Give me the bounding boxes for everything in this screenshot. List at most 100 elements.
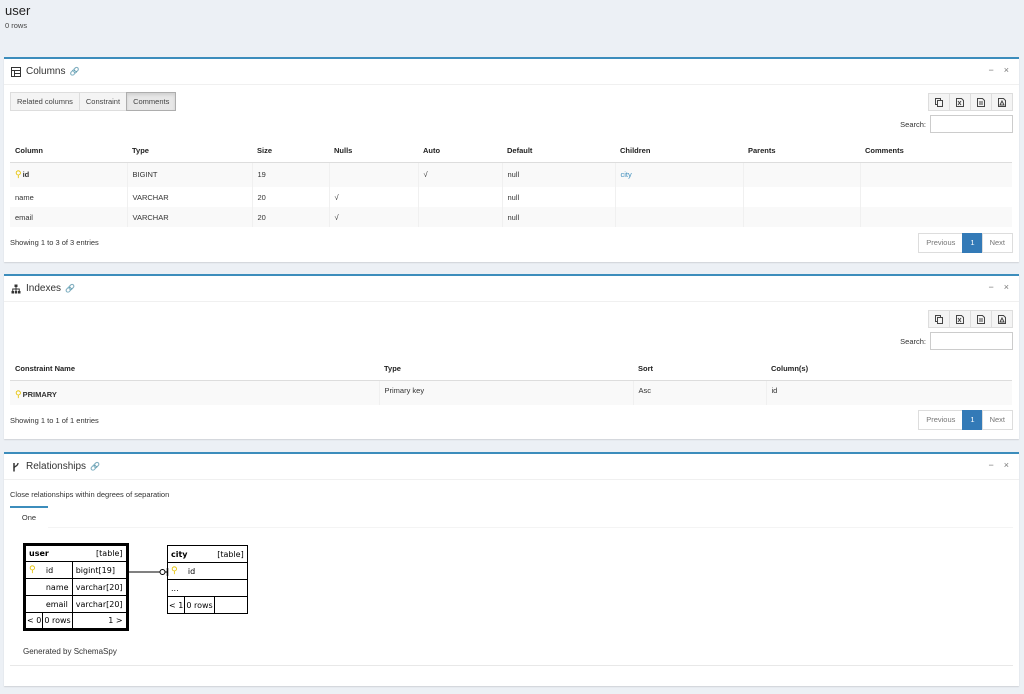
col-header-default[interactable]: Default xyxy=(502,140,615,163)
columns-pagination: Previous 1 Next xyxy=(918,233,1013,253)
column-nulls: √ xyxy=(329,207,419,227)
column-name: name xyxy=(10,187,128,207)
file-text-icon xyxy=(977,314,985,324)
diagram-footer-left: < 1 xyxy=(166,596,186,614)
page-1-button[interactable]: 1 xyxy=(962,410,983,430)
indexes-search: Search: xyxy=(900,332,1013,350)
copy-button[interactable] xyxy=(928,93,950,111)
diagram-footer-right: 1 > xyxy=(71,612,128,630)
tab-constraint[interactable]: Constraint xyxy=(78,92,128,111)
previous-button[interactable]: Previous xyxy=(918,410,964,430)
column-parents xyxy=(743,162,861,187)
diagram-user-table[interactable]: user [table] ⚲ id bigint[19] name varcha… xyxy=(23,543,129,631)
col-header-children[interactable]: Children xyxy=(615,140,743,163)
generated-by: Generated by SchemaSpy xyxy=(23,647,117,656)
idx-header-columns[interactable]: Column(s) xyxy=(766,358,1012,381)
tab-one[interactable]: One xyxy=(10,506,48,528)
diagram-more-columns: ... xyxy=(167,579,248,597)
columns-box: Columns 🔗 − × Related columns Constraint… xyxy=(4,57,1019,262)
excel-button[interactable] xyxy=(949,93,971,111)
col-header-size[interactable]: Size xyxy=(252,140,329,163)
search-label: Search: xyxy=(900,119,926,129)
copy-button[interactable] xyxy=(928,310,950,328)
diagram-footer-rows: 0 rows xyxy=(184,596,215,614)
column-default: null xyxy=(502,187,616,207)
copy-icon xyxy=(935,97,943,107)
collapse-icon[interactable]: − xyxy=(988,282,993,292)
export-buttons xyxy=(928,93,1013,111)
tab-related-columns[interactable]: Related columns xyxy=(10,92,80,111)
col-header-comments[interactable]: Comments xyxy=(860,140,1012,163)
idx-header-type[interactable]: Type xyxy=(379,358,633,381)
column-size: 20 xyxy=(252,187,330,207)
columns-search: Search: xyxy=(900,115,1013,133)
table-row: name VARCHAR 20 √ null xyxy=(10,187,1012,207)
page-subtitle: 0 rows xyxy=(5,21,28,30)
table-icon xyxy=(11,66,21,77)
close-icon[interactable]: × xyxy=(1004,282,1009,292)
column-default: null xyxy=(502,207,616,227)
idx-header-name[interactable]: Constraint Name xyxy=(10,358,379,381)
col-header-auto[interactable]: Auto xyxy=(418,140,502,163)
diagram-column: id xyxy=(42,561,73,579)
collapse-icon[interactable]: − xyxy=(988,65,993,75)
col-header-column[interactable]: Column xyxy=(10,140,127,163)
close-icon[interactable]: × xyxy=(1004,460,1009,470)
page-1-button[interactable]: 1 xyxy=(962,233,983,253)
file-pdf-icon xyxy=(998,97,1006,107)
column-name: id xyxy=(22,170,30,180)
column-type: BIGINT xyxy=(127,162,253,187)
indexes-title: Indexes xyxy=(26,283,62,294)
link-icon[interactable]: 🔗 xyxy=(65,284,75,293)
excel-button[interactable] xyxy=(949,310,971,328)
column-name: email xyxy=(10,207,128,227)
next-button[interactable]: Next xyxy=(981,410,1013,430)
column-parents xyxy=(743,187,861,207)
diagram-footer-left: < 0 xyxy=(23,612,44,630)
next-button[interactable]: Next xyxy=(981,233,1013,253)
diagram-city-table[interactable]: city [table] ⚲ id ... < 1 0 rows xyxy=(166,545,248,614)
columns-title: Columns xyxy=(26,66,66,77)
collapse-icon[interactable]: − xyxy=(988,460,993,470)
columns-header: Columns 🔗 − × xyxy=(4,59,1019,85)
indexes-header: Indexes 🔗 − × xyxy=(4,276,1019,302)
close-icon[interactable]: × xyxy=(1004,65,1009,75)
col-header-parents[interactable]: Parents xyxy=(743,140,860,163)
key-icon: ⚲ xyxy=(15,169,22,180)
key-icon: ⚲ xyxy=(15,389,22,399)
diagram-table-kind: [table] xyxy=(214,545,248,563)
table-row: email VARCHAR 20 √ null xyxy=(10,207,1012,227)
pdf-button[interactable] xyxy=(991,93,1013,111)
column-comments xyxy=(860,187,1012,207)
link-icon[interactable]: 🔗 xyxy=(90,462,100,471)
search-input[interactable] xyxy=(930,115,1013,133)
link-icon[interactable]: 🔗 xyxy=(69,67,79,76)
column-comments xyxy=(860,162,1012,187)
col-header-nulls[interactable]: Nulls xyxy=(329,140,418,163)
child-link[interactable]: city xyxy=(621,170,632,179)
column-parents xyxy=(743,207,861,227)
column-type: VARCHAR xyxy=(127,187,253,207)
index-sort: Asc xyxy=(633,380,767,405)
pdf-button[interactable] xyxy=(991,310,1013,328)
page-title: user xyxy=(5,3,31,18)
column-nulls: √ xyxy=(329,187,419,207)
file-pdf-icon xyxy=(998,314,1006,324)
sitemap-icon xyxy=(11,284,21,293)
idx-header-sort[interactable]: Sort xyxy=(633,358,766,381)
search-input[interactable] xyxy=(930,332,1013,350)
diagram-type: varchar[20] xyxy=(71,578,128,596)
column-comments xyxy=(860,207,1012,227)
bottom-divider xyxy=(10,665,1013,666)
tab-comments[interactable]: Comments xyxy=(126,92,177,111)
csv-button[interactable] xyxy=(970,93,992,111)
diagram-footer-rows: 0 rows xyxy=(42,612,73,630)
col-header-type[interactable]: Type xyxy=(127,140,252,163)
column-nulls xyxy=(329,162,419,187)
column-auto xyxy=(418,187,503,207)
csv-button[interactable] xyxy=(970,310,992,328)
column-size: 20 xyxy=(252,207,330,227)
previous-button[interactable]: Previous xyxy=(918,233,964,253)
file-text-icon xyxy=(977,97,985,107)
column-children xyxy=(615,187,744,207)
